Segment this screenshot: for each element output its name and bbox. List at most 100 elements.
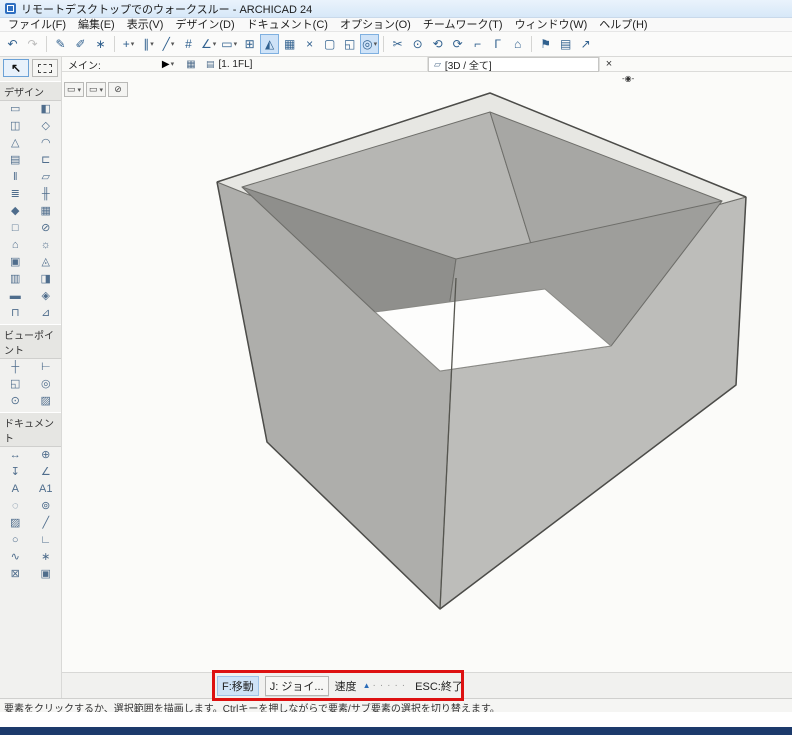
tool-railing[interactable]: ╫ — [31, 186, 62, 203]
tool-truss[interactable]: ◬ — [31, 254, 62, 271]
arrow-select-tool[interactable]: ↖ — [3, 59, 29, 77]
tool-roof[interactable]: △ — [0, 135, 31, 152]
suspend-groups-button[interactable]: ⊞ — [240, 34, 259, 54]
tool-wall[interactable]: ▭ — [0, 101, 31, 118]
tool-end-wall[interactable]: ▬ — [0, 288, 31, 305]
tool-freeform[interactable]: ◈ — [31, 288, 62, 305]
tool-lamp[interactable]: ☼ — [31, 237, 62, 254]
offset-button[interactable]: ∥ ▾ — [139, 34, 158, 54]
tool-ramp[interactable]: ⊿ — [31, 305, 62, 322]
fit-in-window-button[interactable]: ⟲ — [428, 34, 447, 54]
menu-item-9[interactable]: ヘルプ(H) — [593, 18, 653, 32]
tool-drawing[interactable]: ▣ — [31, 566, 62, 583]
home-story-button[interactable]: ⌂ — [508, 34, 527, 54]
walkthrough-mode-button[interactable]: ◭ — [260, 34, 280, 54]
tool-spline[interactable]: ∿ — [0, 549, 31, 566]
pick-up-parameters-button[interactable]: ✎ — [51, 34, 70, 54]
tool-shell[interactable]: ◠ — [31, 135, 62, 152]
menu-item-5[interactable]: ドキュメント(C) — [241, 18, 334, 32]
speed-slider[interactable]: ▲ ····· — [363, 680, 410, 691]
menu-item-7[interactable]: チームワーク(T) — [417, 18, 509, 32]
split-button[interactable]: ✂ — [388, 34, 407, 54]
tool-opening[interactable]: ⊘ — [31, 220, 62, 237]
tool-interior-elevation[interactable]: ◱ — [0, 376, 31, 393]
viewport-3d[interactable]: ▭ ▾ ▭ ▾ ⊘ -◉- — [62, 72, 792, 672]
tool-detail[interactable]: ⊙ — [0, 393, 31, 410]
tool-equipment[interactable]: ▣ — [0, 254, 31, 271]
publish-button[interactable]: ↗ — [576, 34, 595, 54]
tool-text[interactable]: A — [0, 481, 31, 498]
tool-zone[interactable]: □ — [0, 220, 31, 237]
tool-hotspot[interactable]: ◌ — [0, 498, 31, 515]
perspective-button[interactable]: ◱ — [340, 34, 359, 54]
cancel-button[interactable]: × — [300, 34, 319, 54]
tool-polyline[interactable]: ∟ — [31, 532, 62, 549]
guide-lines-button[interactable]: ╱ ▾ — [159, 34, 178, 54]
redo-button[interactable]: ↷ — [23, 34, 42, 54]
menu-item-1[interactable]: ファイル(F) — [2, 18, 72, 32]
menu-item-4[interactable]: デザイン(D) — [169, 18, 240, 32]
orbit-button[interactable]: ⟳ — [448, 34, 467, 54]
tool-beam[interactable]: ⊏ — [31, 152, 62, 169]
tool-skylight[interactable]: ◇ — [31, 118, 62, 135]
layout-book-button[interactable]: ▤ — [556, 34, 575, 54]
tool-patch[interactable]: ⊚ — [31, 498, 62, 515]
tool-morph[interactable]: ◆ — [0, 203, 31, 220]
menu-item-3[interactable]: 表示(V) — [121, 18, 170, 32]
flag-marker-button[interactable]: ⚑ — [536, 34, 555, 54]
tool-elevation[interactable]: ⊢ — [31, 359, 62, 376]
snap-grid-button[interactable]: # — [179, 34, 198, 54]
marquee-tool[interactable] — [32, 59, 58, 77]
hud-joystick-key[interactable]: J: ジョイ... — [264, 675, 329, 696]
undo-button[interactable]: ↶ — [3, 34, 22, 54]
snap-grid-icon: # — [185, 37, 192, 51]
snap-guides-button[interactable]: ∠ ▾ — [199, 34, 218, 54]
tool-line[interactable]: ╱ — [31, 515, 62, 532]
tool-window[interactable]: ◫ — [0, 118, 31, 135]
close-tab-button[interactable]: × — [600, 57, 618, 72]
tool-label[interactable]: A1 — [31, 481, 62, 498]
tool-curtain-wall[interactable]: ▤ — [0, 152, 31, 169]
tool-object[interactable]: ⌂ — [0, 237, 31, 254]
corner-tool-button[interactable]: ⌐ — [468, 34, 487, 54]
no-selection-button[interactable]: ⊘ — [108, 82, 129, 97]
layout-grid-button[interactable]: ▦ — [280, 34, 299, 54]
tool-mesh[interactable]: ▦ — [31, 203, 62, 220]
rectangle-method-button[interactable]: ▭ ▾ — [219, 34, 239, 54]
favorite-preset-2-button[interactable]: ▭ ▾ — [86, 82, 107, 97]
tool-door[interactable]: ◧ — [31, 101, 62, 118]
quad-view-button[interactable]: ▦ — [182, 57, 200, 72]
tool-worksheet[interactable]: ▨ — [31, 393, 62, 410]
intersect-button[interactable]: Γ — [488, 34, 507, 54]
tool-figure[interactable]: ⊠ — [0, 566, 31, 583]
tool-section[interactable]: ┼ — [0, 359, 31, 376]
hud-move-key[interactable]: F:移動 — [217, 675, 259, 696]
3d-visualization-button[interactable]: ◎ ▾ — [360, 34, 380, 54]
tool-profile[interactable]: ⊓ — [0, 305, 31, 322]
tool-level-dimension[interactable]: ↧ — [0, 464, 31, 481]
menu-item-8[interactable]: ウィンドウ(W) — [509, 18, 594, 32]
inject-parameters-button[interactable]: ✐ — [71, 34, 90, 54]
menu-item-2[interactable]: 編集(E) — [72, 18, 121, 32]
move-options-button[interactable]: + ▾ — [119, 34, 138, 54]
tool-radial-dimension[interactable]: ⊕ — [31, 447, 62, 464]
tool-stair[interactable]: ≣ — [0, 186, 31, 203]
tab-3d-view[interactable]: ▱ [3D / 全て] — [428, 56, 600, 72]
menu-item-6[interactable]: オプション(O) — [334, 18, 417, 32]
tool-corner-window[interactable]: ◨ — [31, 271, 62, 288]
tool-linear-dimension[interactable]: ↔ — [0, 447, 31, 464]
tool-fill[interactable]: ▨ — [0, 515, 31, 532]
tool-point-cloud[interactable]: ∗ — [31, 549, 62, 566]
zoom-button[interactable]: ⊙ — [408, 34, 427, 54]
tool-slab[interactable]: ▱ — [31, 169, 62, 186]
tool-column[interactable]: ‖ — [0, 169, 31, 186]
selection-frame-button[interactable]: ▢ — [320, 34, 339, 54]
tool-circle[interactable]: ○ — [0, 532, 31, 549]
magic-wand-button[interactable]: ∗ — [91, 34, 110, 54]
tool-camera[interactable]: ◎ — [31, 376, 62, 393]
tab-floor-plan[interactable]: ▤ [1. 1FL] — [200, 56, 428, 72]
arrow-tool-quick-button[interactable]: ▶ ▾ — [154, 57, 182, 72]
favorite-preset-1-button[interactable]: ▭ ▾ — [64, 82, 85, 97]
tool-angle-dimension[interactable]: ∠ — [31, 464, 62, 481]
tool-curtain-panel[interactable]: ▥ — [0, 271, 31, 288]
